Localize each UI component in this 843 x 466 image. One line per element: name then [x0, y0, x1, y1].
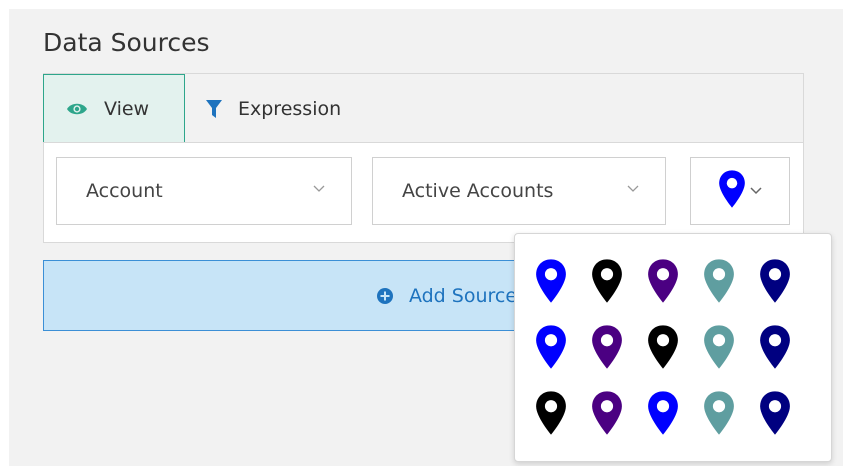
- add-source-label: Add Source: [408, 284, 518, 307]
- tab-view-label: View: [104, 97, 150, 120]
- pin-color-option[interactable]: [523, 380, 579, 446]
- view-select-value: Active Accounts: [402, 180, 554, 202]
- map-pin-icon: [648, 391, 678, 435]
- pin-color-select[interactable]: [690, 157, 790, 225]
- pin-color-option[interactable]: [747, 380, 803, 446]
- chevron-down-icon: [750, 182, 762, 200]
- chevron-down-icon: [313, 185, 325, 197]
- map-pin-icon: [648, 325, 678, 369]
- tab-expression-label: Expression: [238, 97, 342, 120]
- map-pin-icon: [592, 325, 622, 369]
- plus-circle-icon: [376, 287, 393, 304]
- pin-color-grid: [523, 248, 803, 446]
- pin-color-option[interactable]: [579, 380, 635, 446]
- tab-expression[interactable]: Expression: [206, 74, 406, 143]
- view-select[interactable]: Active Accounts: [372, 157, 666, 225]
- pin-color-dropdown: [514, 233, 832, 462]
- pin-color-option[interactable]: [523, 248, 579, 314]
- pin-color-option[interactable]: [523, 314, 579, 380]
- map-pin-icon: [536, 391, 566, 435]
- map-pin-icon: [760, 391, 790, 435]
- map-pin-icon: [760, 325, 790, 369]
- page-title: Data Sources: [43, 28, 210, 57]
- tab-view[interactable]: View: [43, 74, 185, 143]
- filter-icon: [206, 99, 222, 118]
- map-pin-icon: [536, 259, 566, 303]
- pin-color-option[interactable]: [691, 380, 747, 446]
- map-pin-icon: [592, 259, 622, 303]
- eye-icon: [66, 102, 88, 116]
- source-row: Account Active Accounts: [43, 142, 804, 243]
- map-pin-icon: [648, 259, 678, 303]
- map-pin-icon: [704, 325, 734, 369]
- pin-color-option[interactable]: [747, 314, 803, 380]
- pin-color-option[interactable]: [579, 314, 635, 380]
- pin-color-option[interactable]: [635, 314, 691, 380]
- tab-bar: View Expression: [43, 73, 804, 143]
- pin-color-option[interactable]: [579, 248, 635, 314]
- chevron-down-icon: [627, 185, 639, 197]
- map-pin-icon: [760, 259, 790, 303]
- entity-select[interactable]: Account: [56, 157, 352, 225]
- pin-color-option[interactable]: [747, 248, 803, 314]
- map-pin-icon: [718, 169, 746, 214]
- pin-color-option[interactable]: [691, 314, 747, 380]
- map-pin-icon: [704, 391, 734, 435]
- entity-select-value: Account: [86, 180, 163, 202]
- map-pin-icon: [592, 391, 622, 435]
- map-pin-icon: [704, 259, 734, 303]
- map-pin-icon: [536, 325, 566, 369]
- add-source-content: Add Source: [376, 284, 518, 307]
- pin-color-option[interactable]: [691, 248, 747, 314]
- pin-color-option[interactable]: [635, 248, 691, 314]
- pin-color-option[interactable]: [635, 380, 691, 446]
